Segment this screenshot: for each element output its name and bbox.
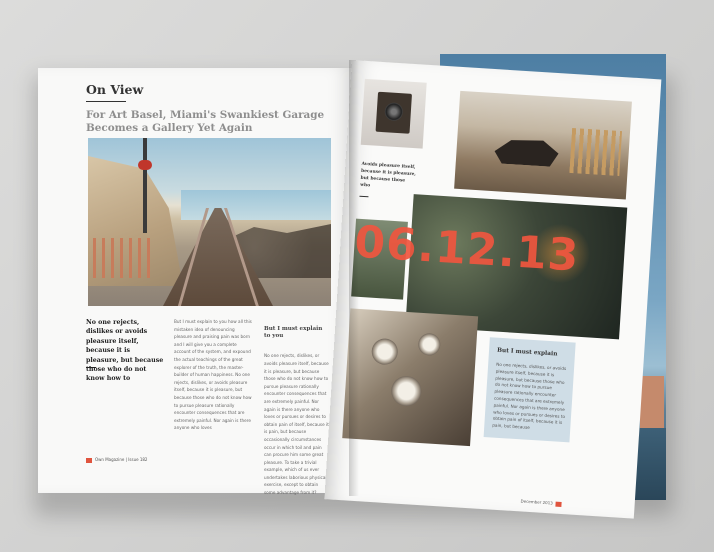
railroad-photo <box>88 138 331 306</box>
info-box: But I must explain No one rejects, disli… <box>483 337 576 443</box>
motorcycle-photo <box>454 90 632 200</box>
pull-text: Avoids pleasure itself, because it is pl… <box>359 161 417 189</box>
article-headline: For Art Basel, Miami's Swankiest Garage … <box>86 109 325 134</box>
lead-rule <box>86 367 96 368</box>
column-2-text: No one rejects, dislikes, or avoids plea… <box>264 353 329 496</box>
left-page: On View For Art Basel, Miami's Swankiest… <box>38 68 354 495</box>
right-footer: December 2013 <box>520 498 562 507</box>
right-footer-text: December 2013 <box>520 498 553 506</box>
pull-text-rule <box>359 195 369 198</box>
right-page: Avoids pleasure itself, because it is pl… <box>324 60 662 519</box>
spine-gutter <box>349 60 359 496</box>
section-label: On View <box>86 82 144 97</box>
lead-paragraph: No one rejects, dislikes or avoids pleas… <box>86 319 164 383</box>
left-footer-text: Own Magazine | Issue 182 <box>95 457 148 462</box>
right-page-wrapper: Avoids pleasure itself, because it is pl… <box>324 60 662 519</box>
body-column-1: But I must explain to you how all this m… <box>174 319 252 431</box>
page-number-badge-right <box>555 501 562 507</box>
page-number-badge <box>86 457 92 463</box>
vintage-camera-photo <box>360 78 427 149</box>
body-column-2: But I must explain to you No one rejects… <box>264 318 330 497</box>
column-heading: But I must explain to you <box>264 325 323 340</box>
left-footer: Own Magazine | Issue 182 <box>86 457 147 463</box>
info-box-heading: But I must explain <box>496 347 558 358</box>
gauges-photo <box>342 308 479 447</box>
info-box-text: No one rejects, dislikes, or avoids plea… <box>492 361 567 431</box>
section-rule <box>86 101 126 102</box>
